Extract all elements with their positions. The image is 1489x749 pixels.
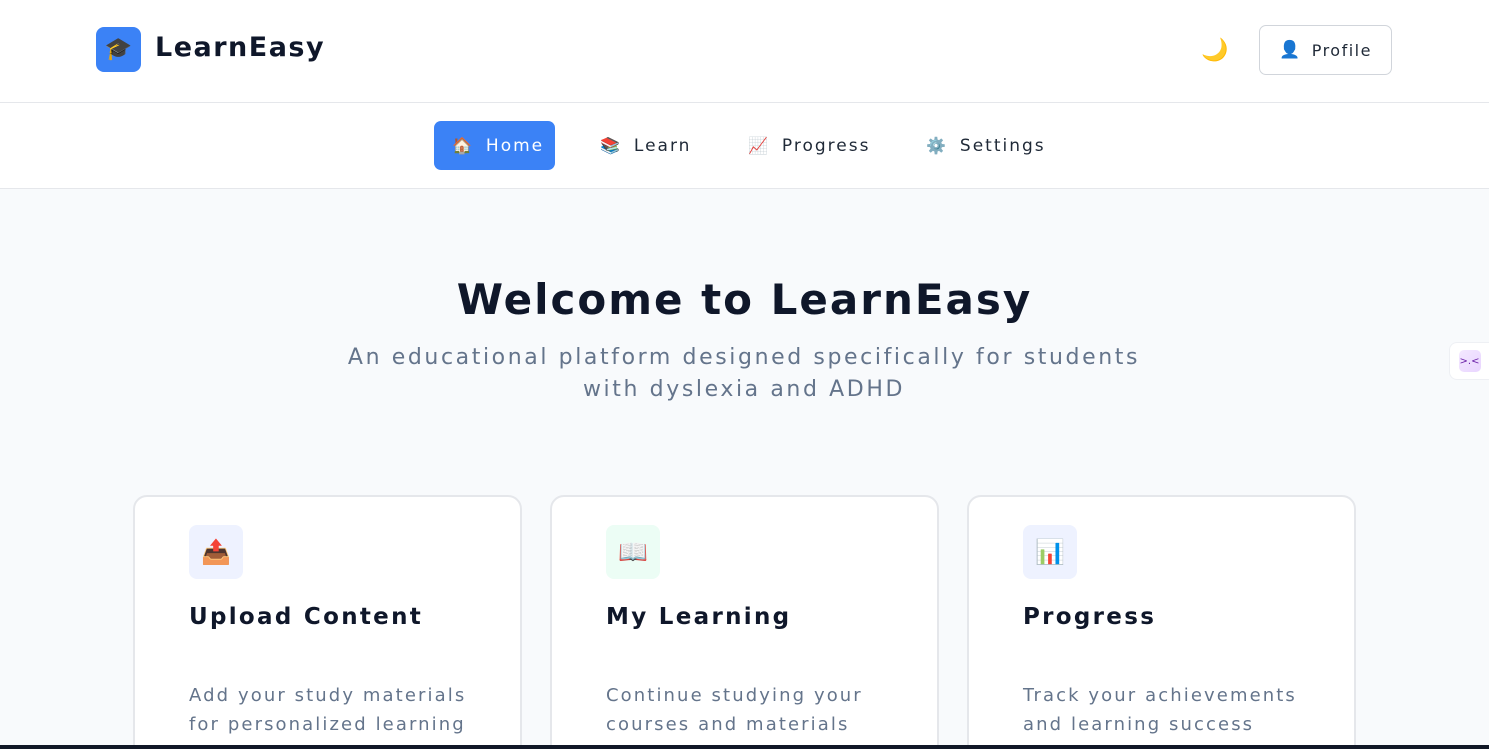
- chart-up-icon: 📈: [748, 136, 770, 155]
- card-description: Continue studying your courses and mater…: [606, 685, 863, 735]
- graduation-cap-icon[interactable]: 🎓: [96, 27, 141, 72]
- nav-item-home[interactable]: 🏠 Home: [434, 121, 555, 170]
- card-description: Track your achievements and learning suc…: [1023, 685, 1297, 735]
- moon-icon[interactable]: 🌙: [1198, 34, 1232, 66]
- hero-subtitle: An educational platform designed specifi…: [347, 345, 1141, 402]
- bottom-edge: [0, 745, 1489, 749]
- nav-item-label: Progress: [781, 135, 871, 156]
- top-header: 🎓 LearnEasy 🌙 👤 Profile: [0, 0, 1489, 103]
- nav-item-learn[interactable]: 📚 Learn: [582, 121, 709, 170]
- card-title: Upload Content: [189, 604, 424, 630]
- nav-item-settings[interactable]: ⚙️ Settings: [908, 121, 1064, 170]
- card-upload-content[interactable]: 📤 Upload Content Add your study material…: [133, 495, 522, 749]
- nav-item-label: Settings: [959, 135, 1046, 156]
- nav-item-label: Home: [485, 135, 545, 156]
- widget-icon: >.<: [1458, 350, 1481, 372]
- card-description: Add your study materials for personalize…: [189, 685, 467, 735]
- profile-label: Profile: [1311, 40, 1372, 60]
- profile-button[interactable]: 👤 Profile: [1259, 25, 1392, 75]
- hero-title: Welcome to LearnEasy: [456, 275, 1033, 324]
- main-nav: 🏠 Home 📚 Learn 📈 Progress ⚙️ Settings: [0, 103, 1489, 189]
- upload-icon: 📤: [189, 525, 243, 579]
- card-title: My Learning: [606, 604, 792, 630]
- gear-icon: ⚙️: [926, 136, 948, 155]
- card-my-learning[interactable]: 📖 My Learning Continue studying your cou…: [550, 495, 939, 749]
- home-icon: 🏠: [452, 136, 474, 155]
- nav-item-progress[interactable]: 📈 Progress: [730, 121, 888, 170]
- books-icon: 📚: [600, 136, 622, 155]
- side-widget-tab[interactable]: >.<: [1449, 342, 1489, 380]
- user-icon: 👤: [1279, 40, 1302, 60]
- card-progress[interactable]: 📊 Progress Track your achievements and l…: [967, 495, 1356, 749]
- bar-chart-icon: 📊: [1023, 525, 1077, 579]
- card-title: Progress: [1023, 604, 1157, 630]
- nav-item-label: Learn: [633, 135, 692, 156]
- brand-name[interactable]: LearnEasy: [155, 32, 325, 63]
- open-book-icon: 📖: [606, 525, 660, 579]
